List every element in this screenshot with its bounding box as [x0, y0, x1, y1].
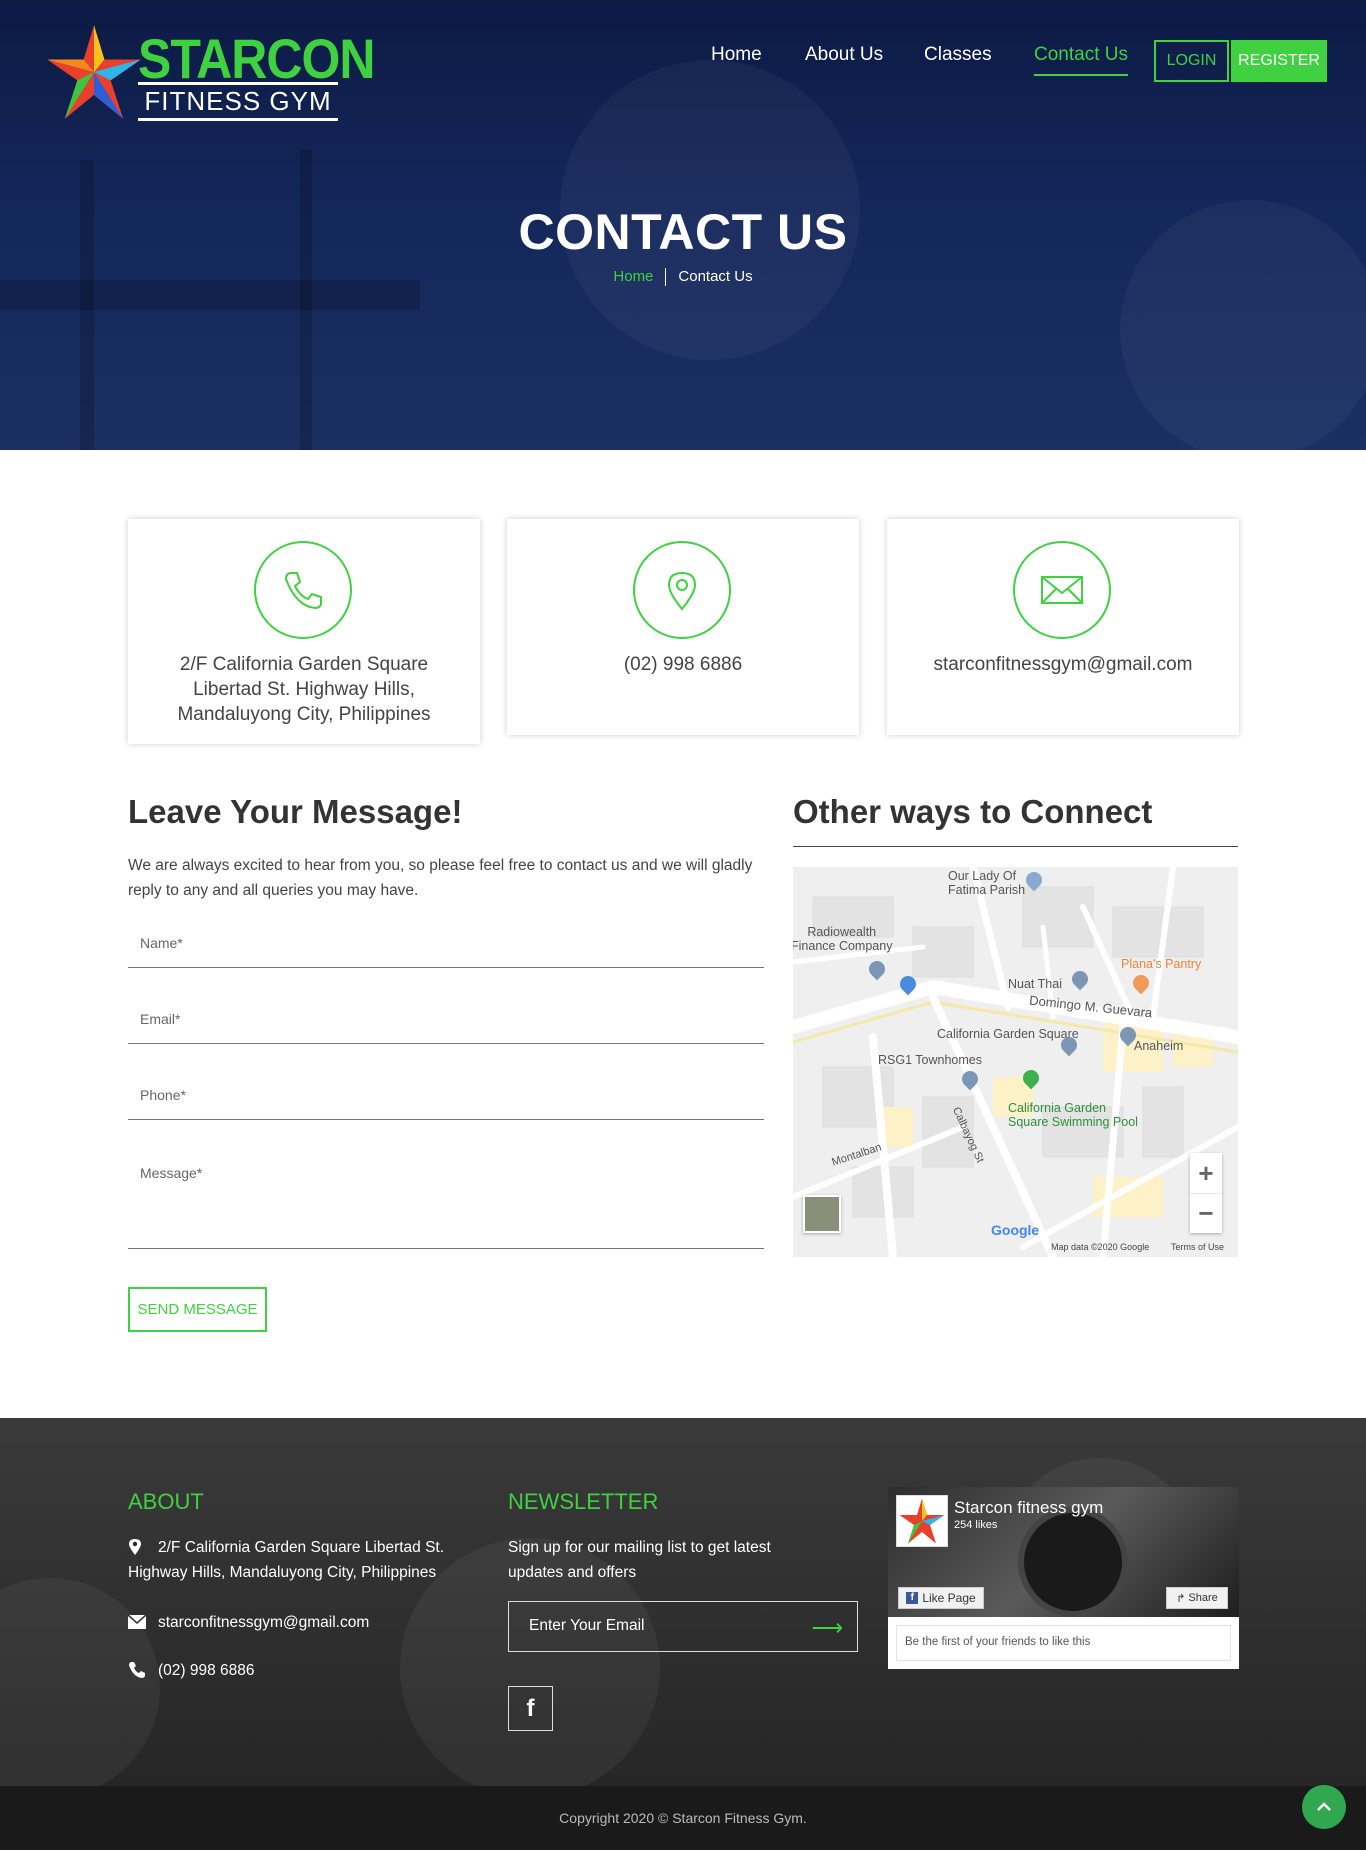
map-terms-link[interactable]: Terms of Use: [1171, 1242, 1224, 1252]
newsletter-title: NEWSLETTER: [508, 1489, 659, 1514]
email-placeholder: Email*: [140, 1011, 181, 1027]
form-intro: We are always excited to hear from you, …: [128, 857, 753, 899]
form-title: Leave Your Message!: [128, 793, 463, 830]
map[interactable]: Our Lady Of Fatima Parish Radiowealth Fi…: [793, 867, 1238, 1257]
footer-phone: (02) 998 6886: [158, 1662, 255, 1679]
zoom-in-button[interactable]: +: [1190, 1153, 1222, 1193]
message-field[interactable]: Message*: [128, 1150, 764, 1249]
name-placeholder: Name*: [140, 935, 183, 951]
newsletter-placeholder: Enter Your Email: [529, 1617, 645, 1634]
newsletter-email-input[interactable]: Enter Your Email ⟶: [508, 1601, 858, 1652]
nav-home[interactable]: Home: [711, 44, 762, 66]
login-button[interactable]: LOGIN: [1154, 40, 1229, 82]
facebook-page-widget[interactable]: Starcon fitness gym 254 likes f Like Page…: [888, 1487, 1239, 1669]
fb-friends-text: Be the first of your friends to like thi…: [896, 1625, 1231, 1661]
share-icon: ↱: [1176, 1592, 1186, 1605]
map-label: Plana's Pantry: [1121, 957, 1202, 971]
satellite-toggle[interactable]: [803, 1195, 841, 1233]
message-placeholder: Message*: [140, 1165, 203, 1181]
fb-share-button[interactable]: ↱ Share: [1166, 1587, 1228, 1609]
map-label: Nuat Thai: [1008, 977, 1062, 991]
phone-placeholder: Phone*: [140, 1087, 186, 1103]
map-label: Anaheim: [1134, 1039, 1184, 1053]
fb-like-page-button[interactable]: f Like Page: [898, 1587, 984, 1609]
footer-email[interactable]: starconfitnessgym@gmail.com: [158, 1610, 369, 1635]
footer-about-title: ABOUT: [128, 1489, 204, 1514]
cover-shape: [1018, 1507, 1128, 1617]
envelope-icon: [1013, 541, 1111, 639]
map-label: RSG1 Townhomes: [878, 1053, 982, 1067]
connect-title: Other ways to Connect: [793, 793, 1153, 830]
nav-about-us[interactable]: About Us: [805, 44, 883, 66]
nav-contact-us[interactable]: Contact Us: [1034, 44, 1128, 76]
phone-card: (02) 998 6886: [507, 519, 859, 735]
hero-banner: STARCON FITNESS GYM Home About Us Classe…: [0, 0, 1366, 450]
google-logo: Google: [991, 1222, 1040, 1238]
location-pin-icon: [633, 541, 731, 639]
breadcrumb-home[interactable]: Home: [613, 268, 653, 285]
card-email-text: starconfitnessgym@gmail.com: [933, 654, 1193, 675]
footer-address-text: 2/F California Garden Square Libertad St…: [128, 1539, 445, 1581]
facebook-icon[interactable]: f: [508, 1686, 553, 1731]
arrow-right-icon[interactable]: ⟶: [811, 1615, 843, 1641]
envelope-icon: [127, 1614, 147, 1629]
map-attribution: Map data ©2020 Google: [1051, 1242, 1150, 1252]
map-label: Our Lady Of Fatima Parish: [948, 869, 1026, 897]
name-field[interactable]: Name*: [128, 920, 764, 968]
breadcrumb-divider: [665, 268, 667, 287]
scroll-to-top-button[interactable]: [1302, 1785, 1346, 1829]
share-label: Share: [1188, 1592, 1218, 1604]
map-label: California Garden Square: [937, 1027, 1079, 1041]
like-page-label: Like Page: [922, 1591, 976, 1605]
phone-icon: [254, 541, 352, 639]
facebook-icon: f: [906, 1592, 919, 1604]
email-field[interactable]: Email*: [128, 996, 764, 1044]
breadcrumb: Home Contact Us: [0, 268, 1366, 287]
address-card: 2/F California Garden Square Libertad St…: [128, 519, 480, 744]
chevron-up-icon: [1317, 1802, 1331, 1811]
divider: [793, 846, 1238, 847]
card-phone-text: (02) 998 6886: [623, 654, 743, 675]
page-avatar[interactable]: [896, 1495, 948, 1547]
footer-address: 2/F California Garden Square Libertad St…: [128, 1535, 468, 1585]
send-message-button[interactable]: SEND MESSAGE: [128, 1287, 267, 1332]
register-button[interactable]: REGISTER: [1231, 40, 1327, 82]
page-title: CONTACT US: [518, 204, 848, 260]
copyright: Copyright 2020 © Starcon Fitness Gym.: [0, 1786, 1366, 1850]
brand-subtitle: FITNESS GYM: [138, 82, 338, 121]
map-zoom-controls: + −: [1190, 1153, 1222, 1233]
zoom-out-button[interactable]: −: [1190, 1193, 1222, 1233]
nav-classes[interactable]: Classes: [924, 44, 992, 66]
map-label: California Garden Square Swimming Pool: [1008, 1101, 1138, 1129]
breadcrumb-current: Contact Us: [678, 268, 753, 285]
phone-icon: [128, 1661, 146, 1679]
email-card: starconfitnessgym@gmail.com: [887, 519, 1239, 735]
map-label: Radiowealth Finance Company: [793, 925, 893, 953]
phone-field[interactable]: Phone*: [128, 1072, 764, 1120]
fb-page-name[interactable]: Starcon fitness gym: [954, 1498, 1103, 1518]
fb-page-likes: 254 likes: [954, 1519, 998, 1531]
background-shape: [0, 1578, 160, 1786]
card-address-text: 2/F California Garden Square Libertad St…: [177, 654, 431, 725]
map-marker-icon: [128, 1538, 142, 1556]
newsletter-text: Sign up for our mailing list to get late…: [508, 1539, 771, 1581]
